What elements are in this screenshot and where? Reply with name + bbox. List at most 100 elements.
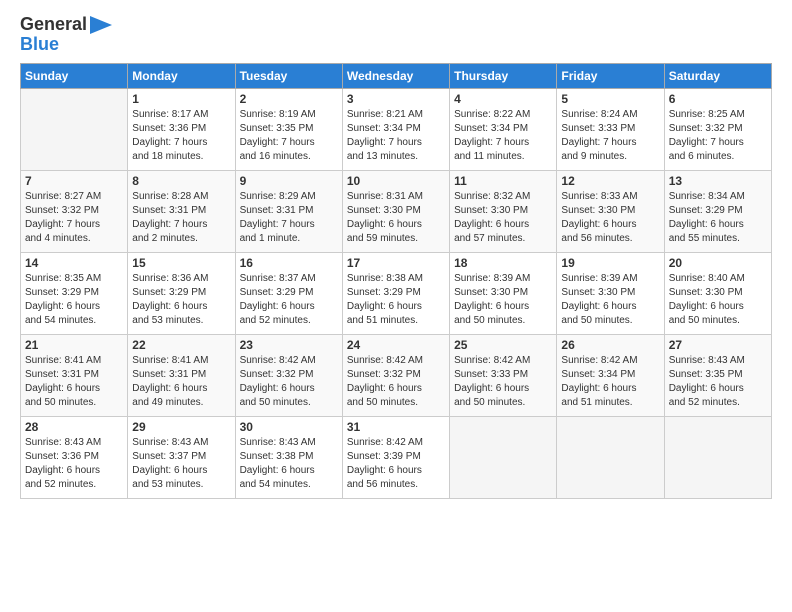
calendar-cell: 19 Sunrise: 8:39 AM Sunset: 3:30 PM Dayli… [557, 252, 664, 334]
calendar-cell [21, 88, 128, 170]
cell-content: Sunrise: 8:21 AM Sunset: 3:34 PM Dayligh… [347, 108, 445, 164]
cell-content: Sunrise: 8:27 AM Sunset: 3:32 PM Dayligh… [25, 190, 123, 246]
day-number: 1 [132, 92, 230, 106]
day-number: 13 [669, 174, 767, 188]
day-number: 21 [25, 338, 123, 352]
day-number: 12 [561, 174, 659, 188]
calendar-cell: 12 Sunrise: 8:33 AM Sunset: 3:30 PM Dayli… [557, 170, 664, 252]
day-number: 30 [240, 420, 338, 434]
calendar-week-2: 7 Sunrise: 8:27 AM Sunset: 3:32 PM Daylig… [21, 170, 772, 252]
weekday-header-friday: Friday [557, 63, 664, 88]
cell-content: Sunrise: 8:24 AM Sunset: 3:33 PM Dayligh… [561, 108, 659, 164]
calendar-cell: 3 Sunrise: 8:21 AM Sunset: 3:34 PM Daylig… [342, 88, 449, 170]
calendar-cell: 14Sunrise: 8:35 AM Sunset: 3:29 PM Dayli… [21, 252, 128, 334]
cell-content: Sunrise: 8:39 AM Sunset: 3:30 PM Dayligh… [454, 272, 552, 328]
cell-content: Sunrise: 8:31 AM Sunset: 3:30 PM Dayligh… [347, 190, 445, 246]
day-number: 22 [132, 338, 230, 352]
calendar-cell: 25Sunrise: 8:42 AM Sunset: 3:33 PM Dayli… [450, 334, 557, 416]
logo-arrow-icon [90, 16, 112, 34]
weekday-header-saturday: Saturday [664, 63, 771, 88]
cell-content: Sunrise: 8:29 AM Sunset: 3:31 PM Dayligh… [240, 190, 338, 246]
weekday-header-thursday: Thursday [450, 63, 557, 88]
day-number: 4 [454, 92, 552, 106]
calendar-cell: 28 Sunrise: 8:43 AM Sunset: 3:36 PM Dayli… [21, 416, 128, 498]
calendar-cell: 21 Sunrise: 8:41 AM Sunset: 3:31 PM Dayli… [21, 334, 128, 416]
day-number: 15 [132, 256, 230, 270]
cell-content: Sunrise: 8:37 AM Sunset: 3:29 PM Dayligh… [240, 272, 338, 328]
weekday-header-row: SundayMondayTuesdayWednesdayThursdayFrid… [21, 63, 772, 88]
weekday-header-sunday: Sunday [21, 63, 128, 88]
calendar-cell: 23Sunrise: 8:42 AM Sunset: 3:32 PM Dayli… [235, 334, 342, 416]
day-number: 11 [454, 174, 552, 188]
calendar-cell [664, 416, 771, 498]
calendar-cell: 13Sunrise: 8:34 AM Sunset: 3:29 PM Dayli… [664, 170, 771, 252]
day-number: 8 [132, 174, 230, 188]
calendar-cell: 15 Sunrise: 8:36 AM Sunset: 3:29 PM Dayli… [128, 252, 235, 334]
day-number: 31 [347, 420, 445, 434]
calendar-cell: 26 Sunrise: 8:42 AM Sunset: 3:34 PM Dayli… [557, 334, 664, 416]
header: General Blue [20, 15, 772, 55]
calendar-table: SundayMondayTuesdayWednesdayThursdayFrid… [20, 63, 772, 499]
calendar-cell: 30 Sunrise: 8:43 AM Sunset: 3:38 PM Dayli… [235, 416, 342, 498]
day-number: 19 [561, 256, 659, 270]
calendar-week-1: 1 Sunrise: 8:17 AM Sunset: 3:36 PM Daylig… [21, 88, 772, 170]
day-number: 2 [240, 92, 338, 106]
calendar-cell: 10 Sunrise: 8:31 AM Sunset: 3:30 PM Dayli… [342, 170, 449, 252]
cell-content: Sunrise: 8:43 AM Sunset: 3:38 PM Dayligh… [240, 436, 338, 492]
cell-content: Sunrise: 8:38 AM Sunset: 3:29 PM Dayligh… [347, 272, 445, 328]
calendar-cell: 5 Sunrise: 8:24 AM Sunset: 3:33 PM Daylig… [557, 88, 664, 170]
cell-content: Sunrise: 8:42 AM Sunset: 3:33 PM Dayligh… [454, 354, 552, 410]
weekday-header-tuesday: Tuesday [235, 63, 342, 88]
cell-content: Sunrise: 8:22 AM Sunset: 3:34 PM Dayligh… [454, 108, 552, 164]
cell-content: Sunrise: 8:36 AM Sunset: 3:29 PM Dayligh… [132, 272, 230, 328]
calendar-week-4: 21 Sunrise: 8:41 AM Sunset: 3:31 PM Dayli… [21, 334, 772, 416]
day-number: 7 [25, 174, 123, 188]
day-number: 18 [454, 256, 552, 270]
cell-content: Sunrise: 8:41 AM Sunset: 3:31 PM Dayligh… [132, 354, 230, 410]
calendar-cell [557, 416, 664, 498]
day-number: 23 [240, 338, 338, 352]
cell-content: Sunrise: 8:42 AM Sunset: 3:39 PM Dayligh… [347, 436, 445, 492]
cell-content: Sunrise: 8:39 AM Sunset: 3:30 PM Dayligh… [561, 272, 659, 328]
weekday-header-wednesday: Wednesday [342, 63, 449, 88]
day-number: 29 [132, 420, 230, 434]
weekday-header-monday: Monday [128, 63, 235, 88]
day-number: 10 [347, 174, 445, 188]
calendar-cell: 7 Sunrise: 8:27 AM Sunset: 3:32 PM Daylig… [21, 170, 128, 252]
calendar-cell: 4 Sunrise: 8:22 AM Sunset: 3:34 PM Daylig… [450, 88, 557, 170]
day-number: 26 [561, 338, 659, 352]
cell-content: Sunrise: 8:41 AM Sunset: 3:31 PM Dayligh… [25, 354, 123, 410]
day-number: 3 [347, 92, 445, 106]
day-number: 28 [25, 420, 123, 434]
day-number: 16 [240, 256, 338, 270]
day-number: 9 [240, 174, 338, 188]
calendar-cell: 22 Sunrise: 8:41 AM Sunset: 3:31 PM Dayli… [128, 334, 235, 416]
day-number: 27 [669, 338, 767, 352]
cell-content: Sunrise: 8:43 AM Sunset: 3:36 PM Dayligh… [25, 436, 123, 492]
calendar-cell [450, 416, 557, 498]
day-number: 5 [561, 92, 659, 106]
calendar-cell: 11Sunrise: 8:32 AM Sunset: 3:30 PM Dayli… [450, 170, 557, 252]
cell-content: Sunrise: 8:33 AM Sunset: 3:30 PM Dayligh… [561, 190, 659, 246]
calendar-cell: 17 Sunrise: 8:38 AM Sunset: 3:29 PM Dayli… [342, 252, 449, 334]
calendar-cell: 24Sunrise: 8:42 AM Sunset: 3:32 PM Dayli… [342, 334, 449, 416]
cell-content: Sunrise: 8:42 AM Sunset: 3:34 PM Dayligh… [561, 354, 659, 410]
calendar-cell: 16 Sunrise: 8:37 AM Sunset: 3:29 PM Dayli… [235, 252, 342, 334]
cell-content: Sunrise: 8:28 AM Sunset: 3:31 PM Dayligh… [132, 190, 230, 246]
calendar-week-3: 14Sunrise: 8:35 AM Sunset: 3:29 PM Dayli… [21, 252, 772, 334]
day-number: 6 [669, 92, 767, 106]
cell-content: Sunrise: 8:17 AM Sunset: 3:36 PM Dayligh… [132, 108, 230, 164]
cell-content: Sunrise: 8:25 AM Sunset: 3:32 PM Dayligh… [669, 108, 767, 164]
cell-content: Sunrise: 8:43 AM Sunset: 3:35 PM Dayligh… [669, 354, 767, 410]
calendar-cell: 8 Sunrise: 8:28 AM Sunset: 3:31 PM Daylig… [128, 170, 235, 252]
cell-content: Sunrise: 8:42 AM Sunset: 3:32 PM Dayligh… [347, 354, 445, 410]
calendar-cell: 2Sunrise: 8:19 AM Sunset: 3:35 PM Daylig… [235, 88, 342, 170]
cell-content: Sunrise: 8:43 AM Sunset: 3:37 PM Dayligh… [132, 436, 230, 492]
cell-content: Sunrise: 8:40 AM Sunset: 3:30 PM Dayligh… [669, 272, 767, 328]
day-number: 14 [25, 256, 123, 270]
day-number: 20 [669, 256, 767, 270]
day-number: 17 [347, 256, 445, 270]
main-container: General Blue SundayMondayTuesdayWednesda… [0, 0, 792, 612]
calendar-week-5: 28 Sunrise: 8:43 AM Sunset: 3:36 PM Dayli… [21, 416, 772, 498]
calendar-cell: 18 Sunrise: 8:39 AM Sunset: 3:30 PM Dayli… [450, 252, 557, 334]
